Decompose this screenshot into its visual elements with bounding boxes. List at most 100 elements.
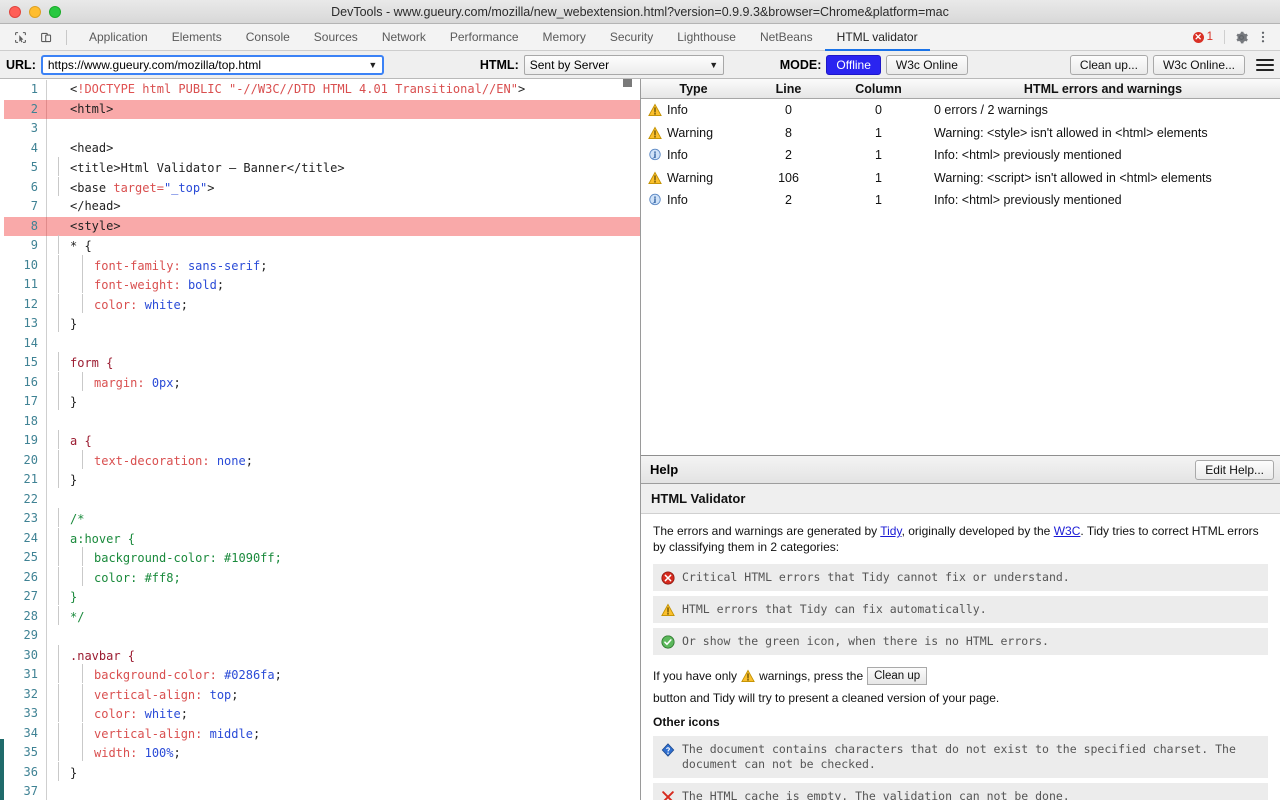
code-line[interactable]: 7</head>: [0, 197, 640, 217]
close-window-button[interactable]: [9, 6, 21, 18]
more-options-icon[interactable]: [1252, 26, 1274, 48]
edit-help-button[interactable]: Edit Help...: [1195, 460, 1274, 480]
code-line[interactable]: 18: [0, 412, 640, 432]
code-line[interactable]: 33color: white;: [0, 704, 640, 724]
code-line[interactable]: 30.navbar {: [0, 646, 640, 666]
tab-elements[interactable]: Elements: [160, 24, 234, 51]
maximize-window-button[interactable]: [49, 6, 61, 18]
code-line[interactable]: 10font-family: sans-serif;: [0, 256, 640, 276]
line-number: 26: [0, 568, 46, 588]
device-toolbar-icon[interactable]: [34, 27, 58, 48]
line-number: 29: [0, 626, 46, 646]
code-line[interactable]: 37: [0, 782, 640, 800]
line-number: 2: [0, 100, 46, 120]
code-line[interactable]: 14: [0, 334, 640, 354]
code-line[interactable]: 25background-color: #1090ff;: [0, 548, 640, 568]
code-line[interactable]: 24a:hover {: [0, 529, 640, 549]
code-line[interactable]: 17}: [0, 392, 640, 412]
table-row[interactable]: Warning1061Warning: <script> isn't allow…: [641, 167, 1280, 190]
editor-left-scrollbar[interactable]: [0, 79, 4, 800]
code-line[interactable]: 19a {: [0, 431, 640, 451]
html-source-select[interactable]: Sent by Server ▼: [524, 55, 724, 75]
code-line[interactable]: 20text-decoration: none;: [0, 451, 640, 471]
code-text: a {: [58, 430, 92, 452]
code-line[interactable]: 5<title>Html Validator – Banner</title>: [0, 158, 640, 178]
code-lines[interactable]: 1<!DOCTYPE html PUBLIC "-//W3C//DTD HTML…: [0, 79, 640, 800]
code-line[interactable]: 9* {: [0, 236, 640, 256]
url-select[interactable]: https://www.gueury.com/mozilla/top.html …: [41, 55, 384, 75]
mode-w3c-online-button[interactable]: W3c Online: [886, 55, 968, 75]
devtools-tabs[interactable]: Application Elements Console Sources Net…: [77, 24, 930, 51]
code-token: html PUBLIC: [142, 82, 229, 96]
code-line[interactable]: 4<head>: [0, 139, 640, 159]
help-cleanup-inline-button[interactable]: Clean up: [867, 667, 927, 685]
minimize-window-button[interactable]: [29, 6, 41, 18]
warning-icon-inline: [741, 669, 755, 683]
code-line[interactable]: 8<style>: [0, 217, 640, 237]
inspect-element-icon[interactable]: [8, 27, 32, 48]
tab-application[interactable]: Application: [77, 24, 160, 51]
tab-html-validator[interactable]: HTML validator: [825, 24, 930, 51]
code-line[interactable]: 15form {: [0, 353, 640, 373]
code-line[interactable]: 1<!DOCTYPE html PUBLIC "-//W3C//DTD HTML…: [0, 80, 640, 100]
tab-netbeans[interactable]: NetBeans: [748, 24, 825, 51]
help-cleanup-text-1: If you have only: [653, 667, 737, 685]
error-count-badge[interactable]: ✕ 1: [1189, 31, 1217, 43]
tidy-link[interactable]: Tidy: [880, 524, 901, 538]
tab-security[interactable]: Security: [598, 24, 665, 51]
code-line[interactable]: 28*/: [0, 607, 640, 627]
code-token: color:: [94, 298, 137, 312]
warning-icon: [661, 603, 675, 617]
w3c-link[interactable]: W3C: [1054, 524, 1081, 538]
code-token: none: [217, 454, 246, 468]
table-row[interactable]: Info21Info: <html> previously mentioned: [641, 189, 1280, 212]
results-table-header: Type Line Column HTML errors and warning…: [641, 79, 1280, 99]
tab-lighthouse[interactable]: Lighthouse: [665, 24, 748, 51]
tab-sources[interactable]: Sources: [302, 24, 370, 51]
code-line[interactable]: 26color: #ff8;: [0, 568, 640, 588]
code-line[interactable]: 6<base target="_top">: [0, 178, 640, 198]
window-controls[interactable]: [0, 6, 61, 18]
tab-console[interactable]: Console: [234, 24, 302, 51]
code-line[interactable]: 32vertical-align: top;: [0, 685, 640, 705]
code-line[interactable]: 13}: [0, 314, 640, 334]
code-line[interactable]: 3: [0, 119, 640, 139]
code-line[interactable]: 31background-color: #0286fa;: [0, 665, 640, 685]
code-line[interactable]: 2<html>: [0, 100, 640, 120]
line-number: 4: [0, 139, 46, 159]
code-text: <style>: [58, 217, 121, 237]
code-line[interactable]: 35width: 100%;: [0, 743, 640, 763]
column-header-line[interactable]: Line: [746, 82, 831, 96]
code-token: vertical-align:: [94, 688, 202, 702]
editor-gutter: [46, 451, 58, 471]
indent-guide: [58, 157, 59, 176]
menu-icon[interactable]: [1254, 55, 1276, 75]
w3c-online-dialog-button[interactable]: W3c Online...: [1153, 55, 1245, 75]
mode-offline-button[interactable]: Offline: [826, 55, 880, 75]
code-line[interactable]: 12color: white;: [0, 295, 640, 315]
code-line[interactable]: 22: [0, 490, 640, 510]
code-line[interactable]: 11font-weight: bold;: [0, 275, 640, 295]
tab-network[interactable]: Network: [370, 24, 438, 51]
code-line[interactable]: 29: [0, 626, 640, 646]
clean-up-button[interactable]: Clean up...: [1070, 55, 1148, 75]
indent-guide: [58, 547, 59, 566]
source-code-editor[interactable]: 1<!DOCTYPE html PUBLIC "-//W3C//DTD HTML…: [0, 79, 641, 800]
tab-memory[interactable]: Memory: [531, 24, 598, 51]
line-number: 35: [0, 743, 46, 763]
column-header-column[interactable]: Column: [831, 82, 926, 96]
gear-icon[interactable]: [1230, 26, 1252, 48]
editor-left-scrollbar-thumb[interactable]: [0, 739, 4, 800]
code-line[interactable]: 36}: [0, 763, 640, 783]
table-row[interactable]: Warning81Warning: <style> isn't allowed …: [641, 122, 1280, 145]
code-line[interactable]: 34vertical-align: middle;: [0, 724, 640, 744]
code-line[interactable]: 23/*: [0, 509, 640, 529]
table-row[interactable]: Info000 errors / 2 warnings: [641, 99, 1280, 122]
table-row[interactable]: Info21Info: <html> previously mentioned: [641, 144, 1280, 167]
code-line[interactable]: 27}: [0, 587, 640, 607]
code-line[interactable]: 21}: [0, 470, 640, 490]
code-line[interactable]: 16margin: 0px;: [0, 373, 640, 393]
column-header-message[interactable]: HTML errors and warnings: [926, 82, 1280, 96]
tab-performance[interactable]: Performance: [438, 24, 531, 51]
column-header-type[interactable]: Type: [641, 82, 746, 96]
